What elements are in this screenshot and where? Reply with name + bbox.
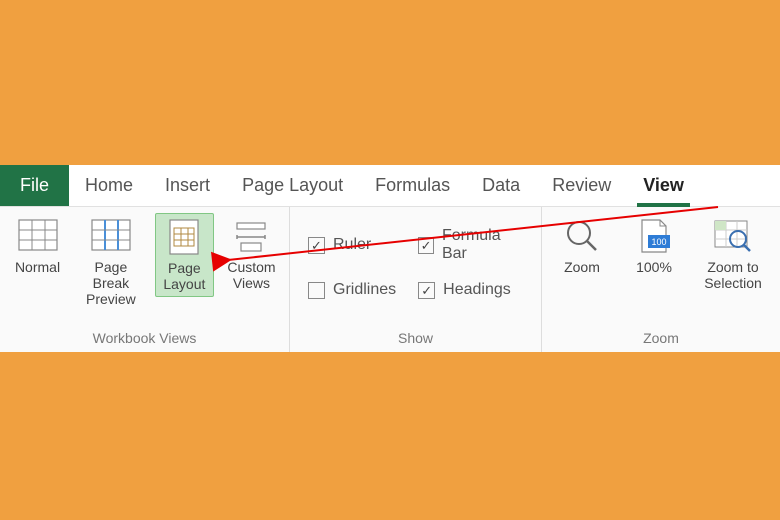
zoom-button[interactable]: Zoom xyxy=(550,213,614,279)
normal-view-label: Normal xyxy=(15,259,60,275)
svg-text:100: 100 xyxy=(651,237,666,247)
group-zoom: Zoom 100 100% Zoom to Selection Zoom xyxy=(542,207,780,352)
page-break-preview-button[interactable]: Page Break Preview xyxy=(75,213,147,311)
normal-view-icon xyxy=(18,217,58,255)
page-layout-view-label: Page Layout xyxy=(163,260,205,292)
ribbon: File Home Insert Page Layout Formulas Da… xyxy=(0,165,780,352)
zoom-to-selection-button[interactable]: Zoom to Selection xyxy=(694,213,772,295)
normal-view-button[interactable]: Normal xyxy=(8,213,67,279)
tab-insert[interactable]: Insert xyxy=(149,165,226,206)
custom-views-label: Custom Views xyxy=(227,259,275,291)
check-icon: ✓ xyxy=(418,237,434,254)
page-100-icon: 100 xyxy=(634,217,674,255)
zoom-100-button[interactable]: 100 100% xyxy=(622,213,686,279)
group-workbook-views-label: Workbook Views xyxy=(8,326,281,352)
check-icon xyxy=(308,282,325,299)
tab-review[interactable]: Review xyxy=(536,165,627,206)
group-zoom-label: Zoom xyxy=(550,326,772,352)
page-break-preview-label: Page Break Preview xyxy=(79,259,143,307)
tab-view[interactable]: View xyxy=(627,165,700,206)
page-break-preview-icon xyxy=(91,217,131,255)
tab-home[interactable]: Home xyxy=(69,165,149,206)
magnifier-icon xyxy=(562,217,602,255)
zoom-selection-icon xyxy=(713,217,753,255)
custom-views-button[interactable]: Custom Views xyxy=(222,213,281,295)
checkbox-ruler-label: Ruler xyxy=(333,236,371,254)
group-workbook-views: Normal Page Break Preview Page Layout xyxy=(0,207,290,352)
custom-views-icon xyxy=(231,217,271,255)
zoom-100-label: 100% xyxy=(636,259,672,275)
tab-page-layout[interactable]: Page Layout xyxy=(226,165,359,206)
tab-file[interactable]: File xyxy=(0,165,69,206)
tab-strip: File Home Insert Page Layout Formulas Da… xyxy=(0,165,780,207)
page-layout-view-button[interactable]: Page Layout xyxy=(155,213,214,297)
ribbon-body: Normal Page Break Preview Page Layout xyxy=(0,207,780,352)
checkbox-gridlines[interactable]: Gridlines xyxy=(308,281,396,299)
group-show-label: Show xyxy=(298,326,533,352)
group-show: ✓ Ruler ✓ Formula Bar Gridlines ✓ Headin… xyxy=(290,207,542,352)
check-icon: ✓ xyxy=(418,282,435,299)
checkbox-headings-label: Headings xyxy=(443,281,511,299)
checkbox-ruler[interactable]: ✓ Ruler xyxy=(308,227,396,263)
checkbox-headings[interactable]: ✓ Headings xyxy=(418,281,523,299)
checkbox-formula-bar-label: Formula Bar xyxy=(442,227,523,263)
page-layout-view-icon xyxy=(164,218,204,256)
tab-formulas[interactable]: Formulas xyxy=(359,165,466,206)
tab-data[interactable]: Data xyxy=(466,165,536,206)
checkbox-gridlines-label: Gridlines xyxy=(333,281,396,299)
zoom-label: Zoom xyxy=(564,259,600,275)
check-icon: ✓ xyxy=(308,237,325,254)
checkbox-formula-bar[interactable]: ✓ Formula Bar xyxy=(418,227,523,263)
zoom-to-selection-label: Zoom to Selection xyxy=(704,259,762,291)
